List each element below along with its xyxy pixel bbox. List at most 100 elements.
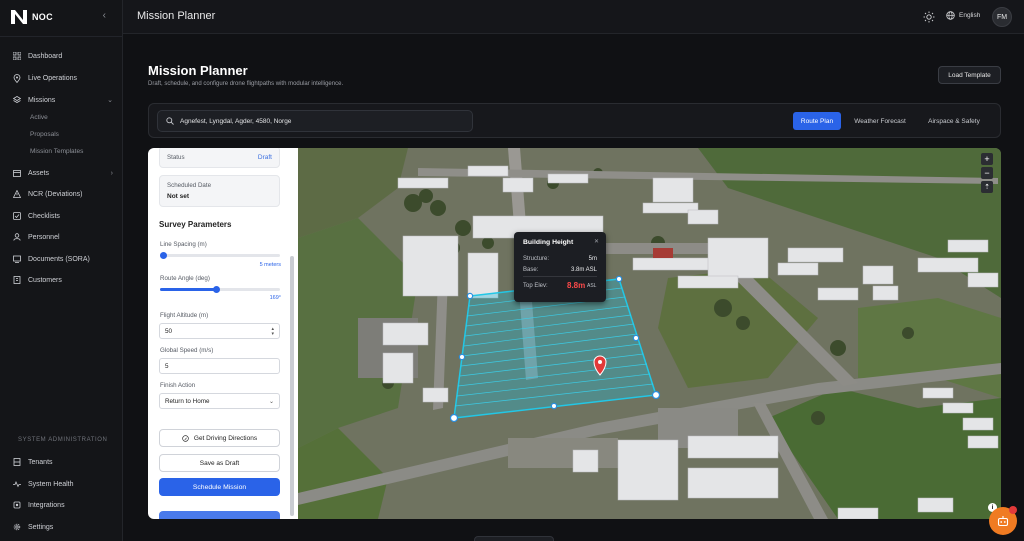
- system-admin-heading: SYSTEM ADMINISTRATION: [18, 437, 108, 443]
- document-icon: [12, 254, 22, 264]
- globe-icon: [946, 11, 955, 20]
- sidebar-item-missions[interactable]: Missions ⌄: [12, 93, 117, 107]
- assistant-button[interactable]: [989, 506, 1017, 535]
- base-value: 3.8m ASL: [570, 267, 597, 273]
- search-input[interactable]: [180, 117, 460, 125]
- structure-label: Structure:: [523, 256, 550, 262]
- brand-name: NOC: [32, 12, 53, 22]
- tab-weather-forecast[interactable]: Weather Forecast: [847, 112, 913, 130]
- collapse-sidebar-icon[interactable]: ‹: [103, 10, 106, 21]
- driving-directions-button[interactable]: Get Driving Directions: [159, 429, 280, 447]
- app-root: NOC ‹ Dashboard Live Operations Missions…: [0, 0, 1024, 541]
- sidebar-item-dashboard[interactable]: Dashboard: [12, 49, 117, 63]
- secondary-action-button[interactable]: [159, 511, 280, 519]
- planner-card: Status Draft Scheduled Date Not set Surv…: [148, 148, 1001, 519]
- language-label: English: [959, 12, 981, 19]
- finish-action-label: Finish Action: [160, 382, 196, 389]
- status-label: Status: [167, 154, 185, 161]
- slider-handle[interactable]: [160, 251, 167, 259]
- brand[interactable]: NOC ‹: [10, 7, 120, 27]
- sidebar-item-settings[interactable]: Settings: [12, 520, 117, 534]
- finish-action-value: Return to Home: [165, 397, 210, 405]
- topbar-title: Mission Planner: [137, 10, 216, 22]
- building-height-popup: Building Height ✕ Structure: 5m Base: 3.…: [514, 232, 606, 302]
- status-badge: Draft: [257, 154, 272, 161]
- box-icon: [12, 168, 22, 178]
- avatar[interactable]: FM: [992, 7, 1012, 27]
- sidebar-item-label: NCR (Deviations): [28, 190, 83, 198]
- scheduled-date-value: Not set: [167, 193, 190, 200]
- close-icon[interactable]: ✕: [594, 238, 599, 245]
- global-speed-label: Global Speed (m/s): [160, 347, 214, 354]
- sidebar-item-customers[interactable]: Customers: [12, 273, 117, 287]
- compass-button[interactable]: ⇡: [981, 181, 993, 193]
- route-angle-value: 169°: [269, 295, 281, 301]
- stepper-arrows-icon[interactable]: ▴ ▾: [271, 327, 274, 337]
- tab-route-plan[interactable]: Route Plan: [793, 112, 841, 130]
- sidebar-item-personnel[interactable]: Personnel: [12, 230, 117, 244]
- sidebar-item-documents[interactable]: Documents (SORA): [12, 252, 117, 266]
- chevron-right-icon: ›: [110, 169, 113, 177]
- panel-scrollbar[interactable]: [290, 256, 294, 516]
- line-spacing-value: 5 meters: [259, 262, 281, 268]
- global-speed-field[interactable]: 5: [159, 358, 280, 374]
- building-icon: [12, 275, 22, 285]
- flight-altitude-stepper[interactable]: 50 ▴ ▾: [159, 323, 280, 339]
- page-subtitle: Draft, schedule, and configure drone fli…: [148, 81, 344, 87]
- map-view[interactable]: Building Height ✕ Structure: 5m Base: 3.…: [298, 148, 1001, 519]
- sidebar-item-label: Customers: [28, 276, 62, 284]
- location-toolbar: Route Plan Weather Forecast Airspace & S…: [148, 103, 1001, 138]
- top-elevation-label: Top Elev:: [523, 283, 548, 289]
- alert-icon: [12, 189, 22, 199]
- chevron-down-icon: ⌄: [107, 97, 113, 104]
- chevron-down-icon: ⌄: [268, 399, 274, 405]
- page-title: Mission Planner: [148, 63, 248, 78]
- sidebar-item-live-operations[interactable]: Live Operations: [12, 71, 117, 85]
- zoom-in-button[interactable]: +: [981, 153, 993, 165]
- zoom-out-button[interactable]: −: [981, 167, 993, 179]
- map-pin-icon: [12, 73, 22, 83]
- survey-parameters-heading: Survey Parameters: [159, 220, 232, 229]
- sidebar-item-assets[interactable]: Assets ›: [12, 166, 117, 180]
- sidebar-item-tenants[interactable]: Tenants: [12, 455, 117, 469]
- sidebar-item-label: Documents (SORA): [28, 255, 90, 263]
- mission-settings-panel: Status Draft Scheduled Date Not set Surv…: [148, 148, 298, 519]
- topbar: Mission Planner English FM: [123, 0, 1024, 34]
- status-box: Status Draft: [159, 148, 280, 168]
- structure-value: 5m: [588, 256, 597, 262]
- location-search[interactable]: [157, 110, 473, 132]
- theme-toggle-sun-icon[interactable]: [923, 11, 935, 23]
- satellite-map[interactable]: [298, 148, 1001, 519]
- plug-icon: [12, 500, 22, 510]
- sidebar-item-integrations[interactable]: Integrations: [12, 498, 117, 512]
- base-label: Base:: [523, 267, 539, 273]
- divider: [0, 36, 123, 37]
- navigation-icon: [182, 434, 189, 442]
- notification-badge: [1009, 506, 1017, 514]
- scheduled-date-box[interactable]: Scheduled Date Not set: [159, 175, 280, 207]
- finish-action-select[interactable]: Return to Home ⌄: [159, 393, 280, 409]
- bottom-handle[interactable]: [474, 536, 554, 541]
- language-selector[interactable]: English: [946, 11, 980, 20]
- save-draft-button[interactable]: Save as Draft: [159, 454, 280, 472]
- load-template-button[interactable]: Load Template: [938, 66, 1001, 84]
- flight-altitude-value: 50: [165, 327, 173, 335]
- sidebar-subitem-mission-templates[interactable]: Mission Templates: [30, 148, 83, 155]
- popup-title: Building Height: [523, 239, 574, 246]
- sidebar-item-ncr[interactable]: NCR (Deviations): [12, 187, 117, 201]
- sidebar-item-label: Missions: [28, 96, 56, 104]
- layers-icon: [12, 95, 22, 105]
- sidebar-subitem-active[interactable]: Active: [30, 114, 48, 121]
- tab-airspace-safety[interactable]: Airspace & Safety: [919, 112, 989, 130]
- slider-handle[interactable]: [212, 285, 220, 293]
- sidebar-item-label: Personnel: [28, 233, 60, 241]
- line-spacing-slider[interactable]: [160, 251, 280, 259]
- route-angle-slider[interactable]: [160, 285, 280, 293]
- top-elevation-value: 8.8m: [567, 281, 586, 290]
- sidebar-subitem-proposals[interactable]: Proposals: [30, 131, 59, 138]
- gear-icon: [12, 522, 22, 532]
- sidebar-item-system-health[interactable]: System Health: [12, 477, 117, 491]
- global-speed-value: 5: [165, 362, 169, 370]
- sidebar-item-checklists[interactable]: Checklists: [12, 209, 117, 223]
- schedule-mission-button[interactable]: Schedule Mission: [159, 478, 280, 496]
